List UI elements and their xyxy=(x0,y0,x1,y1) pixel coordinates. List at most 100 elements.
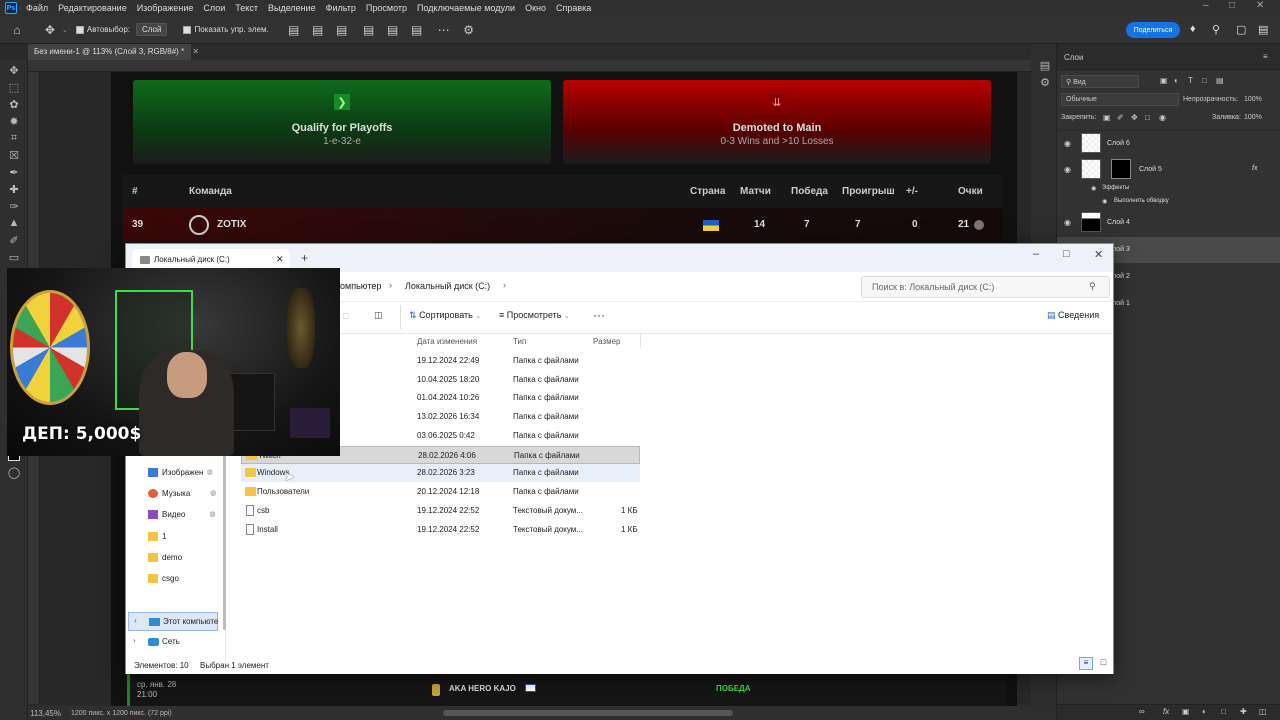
eye-icon[interactable]: ◉ xyxy=(1064,165,1071,174)
breadcrumb-this-pc[interactable]: компьютер xyxy=(336,281,381,291)
chevron-down-icon[interactable]: ⌄ xyxy=(62,26,68,34)
nav-item-images[interactable]: Изображен ◍ xyxy=(148,462,213,482)
quick-select-tool-icon[interactable]: ✸ xyxy=(5,114,23,128)
align-top-icon[interactable]: ▤ xyxy=(362,23,376,37)
bell-icon[interactable]: ♦ xyxy=(1190,23,1196,35)
nav-item-csgo[interactable]: csgo xyxy=(148,568,179,588)
link-icon[interactable]: ∞ xyxy=(1139,707,1145,716)
fill-value[interactable]: 100% xyxy=(1244,114,1262,121)
lock-position-icon[interactable]: ✥ xyxy=(1131,113,1138,122)
close-icon[interactable]: ✕ xyxy=(1094,248,1103,261)
menu-help[interactable]: Справка xyxy=(551,3,596,13)
eyedropper-tool-icon[interactable]: ✒ xyxy=(5,165,23,179)
folder-icon[interactable]: □ xyxy=(1221,707,1226,716)
more-options-button[interactable]: ··· xyxy=(593,308,605,322)
column-divider[interactable] xyxy=(640,334,641,348)
chevron-right-icon[interactable]: › xyxy=(133,636,136,645)
layer-row[interactable]: ◉ Слой 4 xyxy=(1057,210,1280,236)
marquee-tool-icon[interactable]: ⬚ xyxy=(5,80,23,94)
lock-pixels-icon[interactable]: ▣ xyxy=(1103,113,1111,122)
menu-type[interactable]: Текст xyxy=(230,3,263,13)
share-button[interactable]: Поделиться xyxy=(1126,22,1180,38)
breadcrumb-drive-c[interactable]: Локальный диск (C:) xyxy=(405,281,490,291)
nav-item-demo[interactable]: demo xyxy=(148,547,182,567)
brush-tool-icon[interactable]: ✑ xyxy=(5,199,23,213)
details-view-icon[interactable]: ≡ xyxy=(1079,657,1093,670)
panel-toggle-icon[interactable]: ▤ xyxy=(1258,23,1268,36)
home-icon[interactable]: ⌂ xyxy=(10,23,24,37)
menu-image[interactable]: Изображение xyxy=(132,3,199,13)
col-type[interactable]: Тип xyxy=(513,337,526,346)
workspace-icon[interactable]: ▢ xyxy=(1236,23,1246,36)
fx-icon[interactable]: fx xyxy=(1252,165,1257,172)
menu-plugins[interactable]: Подключаемые модули xyxy=(412,3,520,13)
layer-filter-dropdown[interactable]: ⚲ Вид xyxy=(1061,75,1139,88)
nav-item-network[interactable]: › Сеть xyxy=(128,633,218,652)
autoselect-dropdown[interactable]: Слой xyxy=(136,23,168,36)
close-icon[interactable]: ✕ xyxy=(1256,0,1264,11)
autoselect-checkbox[interactable]: Автовыбор: xyxy=(75,25,130,34)
menu-filter[interactable]: Фильтр xyxy=(321,3,361,13)
layer-effects-row[interactable]: ◉ Эффекты xyxy=(1057,183,1280,196)
lock-artboard-icon[interactable]: □ xyxy=(1145,113,1150,122)
opacity-value[interactable]: 100% xyxy=(1244,96,1262,103)
close-tab-icon[interactable]: ✕ xyxy=(192,47,199,56)
blend-mode-dropdown[interactable]: Обычные xyxy=(1061,93,1179,106)
tab-layers[interactable]: Слои xyxy=(1064,53,1083,62)
details-pane-button[interactable]: ▤ Сведения xyxy=(1047,310,1099,321)
align-left-icon[interactable]: ▤ xyxy=(287,23,301,37)
col-modified[interactable]: Дата изменения xyxy=(417,337,477,346)
lock-paint-icon[interactable]: ✐ xyxy=(1117,113,1124,122)
nav-item-this-pc[interactable]: › Этот компьюте xyxy=(128,612,218,631)
healing-tool-icon[interactable]: ✚ xyxy=(5,182,23,196)
eye-icon[interactable]: ◉ xyxy=(1064,218,1071,227)
show-controls-checkbox[interactable]: Показать упр. элем. xyxy=(183,25,269,34)
search-input[interactable]: Поиск в: Локальный диск (C:) ⚲ xyxy=(861,276,1110,298)
align-middle-icon[interactable]: ▤ xyxy=(386,23,400,37)
align-right-icon[interactable]: ▤ xyxy=(335,23,349,37)
new-layer-icon[interactable]: ✚ xyxy=(1240,707,1247,716)
menu-select[interactable]: Выделение xyxy=(263,3,321,13)
file-row[interactable]: Пользователи 20.12.2024 12:18 Папка с файл… xyxy=(241,483,640,501)
fx-icon[interactable]: fx xyxy=(1163,707,1169,716)
eye-icon[interactable]: ◉ xyxy=(1091,185,1096,192)
zoom-level[interactable]: 113,45% xyxy=(30,709,61,718)
move-tool-icon[interactable]: ✥ xyxy=(5,63,23,77)
document-tab[interactable]: Без имени-1 @ 113% (Слой 3, RGB/8#) * ✕ xyxy=(28,44,199,60)
eye-icon[interactable]: ◉ xyxy=(1064,139,1071,148)
lock-all-icon[interactable]: ◉ xyxy=(1159,113,1166,122)
filter-text-icon[interactable]: T xyxy=(1188,76,1193,85)
new-tab-icon[interactable]: + xyxy=(301,251,308,265)
stamp-tool-icon[interactable]: ▲ xyxy=(5,216,23,230)
horizontal-scrollbar[interactable] xyxy=(443,710,733,716)
col-size[interactable]: Размер xyxy=(593,337,621,346)
align-bottom-icon[interactable]: ▤ xyxy=(410,23,424,37)
trash-icon[interactable]: ◫ xyxy=(374,310,383,321)
more-options-icon[interactable]: ⋯ xyxy=(437,23,451,37)
layer-row[interactable]: ◉ Слой 5 fx xyxy=(1057,157,1280,183)
share-icon[interactable]: □ xyxy=(343,311,348,321)
file-row[interactable]: Install 19.12.2024 22:52 Текстовый докум..… xyxy=(241,521,640,539)
mask-icon[interactable]: ▣ xyxy=(1182,707,1190,716)
layer-row[interactable]: ◉ Слой 6 xyxy=(1057,130,1280,156)
close-tab-icon[interactable]: ✕ xyxy=(276,254,284,265)
adjustment-icon[interactable]: ◐ xyxy=(1202,707,1207,716)
frame-tool-icon[interactable]: ☒ xyxy=(5,148,23,162)
history-panel-icon[interactable]: ▤ xyxy=(1036,58,1054,72)
file-row[interactable]: csb 19.12.2024 22:52 Текстовый докум... 1 К… xyxy=(241,502,640,520)
minimize-icon[interactable]: – xyxy=(1203,0,1209,11)
tiles-view-icon[interactable]: □ xyxy=(1097,657,1110,670)
view-button[interactable]: ≡ Просмотреть ⌄ xyxy=(499,310,570,320)
menu-file[interactable]: Файл xyxy=(21,3,53,13)
file-row[interactable]: Windows 28.02.2026 3:23 Папка с файлами xyxy=(241,464,640,482)
properties-panel-icon[interactable]: ⚙ xyxy=(1036,75,1054,89)
filter-shape-icon[interactable]: □ xyxy=(1202,76,1207,85)
eraser-tool-icon[interactable]: ▭ xyxy=(5,250,23,264)
chevron-right-icon[interactable]: › xyxy=(134,616,137,625)
filter-smart-icon[interactable]: ▤ xyxy=(1216,76,1224,85)
move-tool-icon[interactable]: ✥ xyxy=(43,23,57,37)
quick-mask-icon[interactable]: ◯ xyxy=(5,465,23,479)
nav-item-folder-1[interactable]: 1 xyxy=(148,526,166,546)
minimize-icon[interactable]: – xyxy=(1033,248,1039,260)
filter-pixel-icon[interactable]: ▣ xyxy=(1160,76,1168,85)
